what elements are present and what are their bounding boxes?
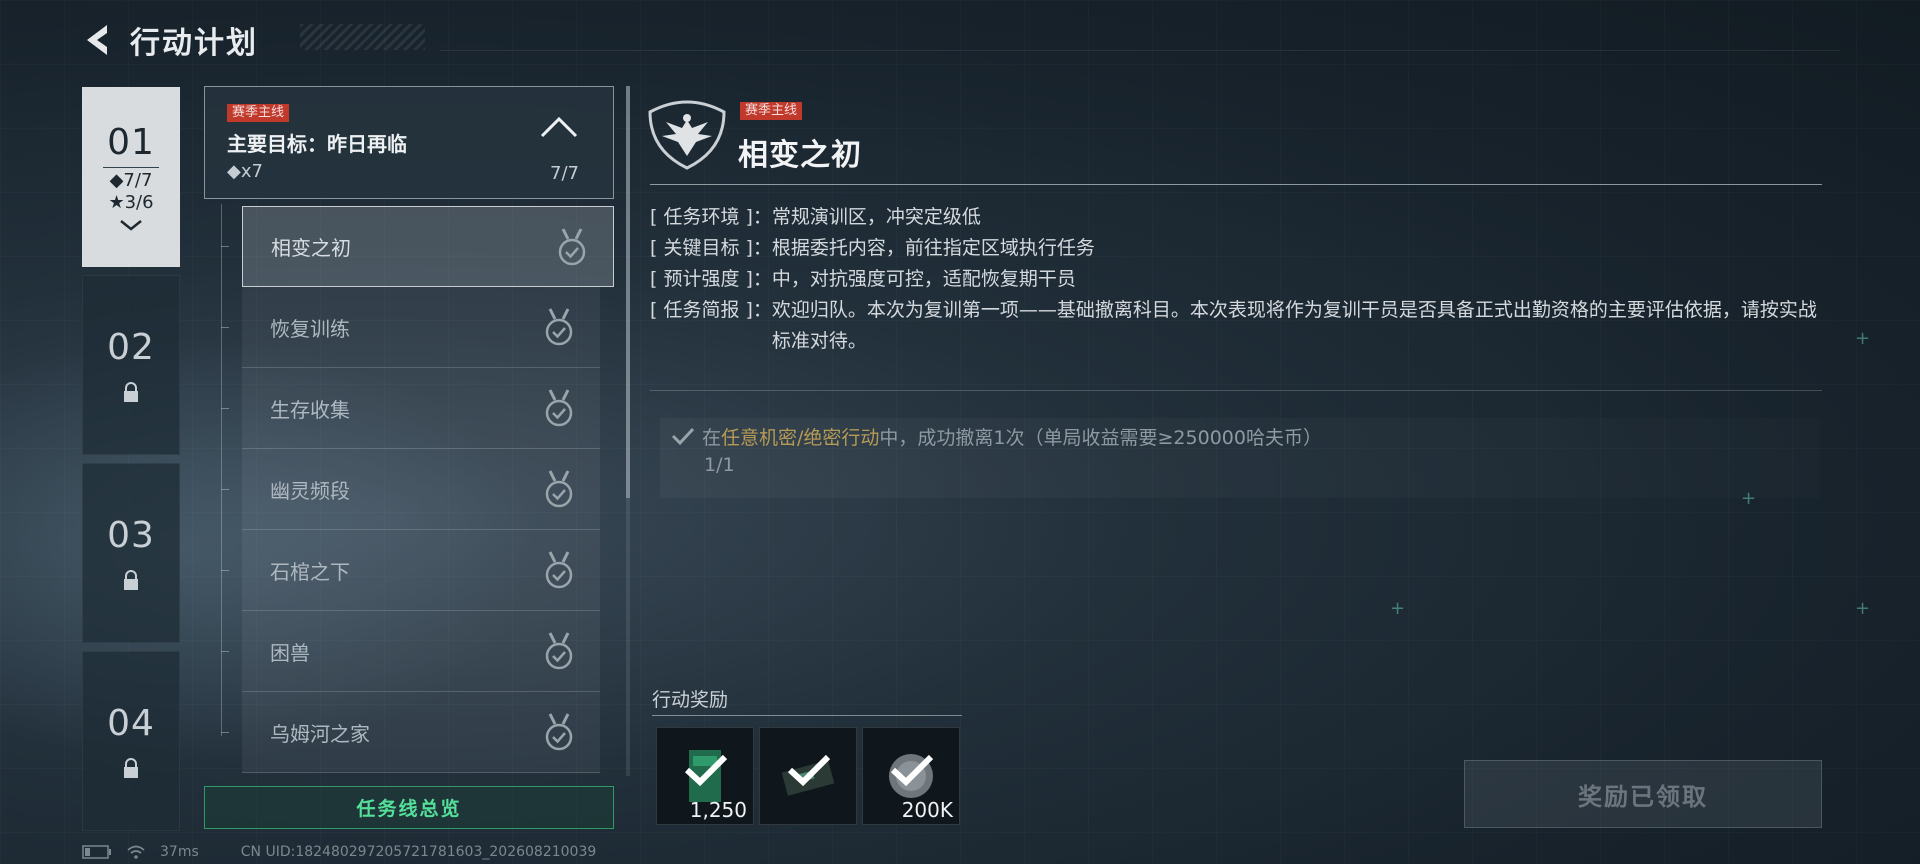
completed-medal-icon: [558, 228, 586, 266]
lock-icon: [124, 381, 138, 402]
sub-quest-item[interactable]: 相变之初: [242, 206, 614, 287]
reward-item[interactable]: [759, 727, 857, 825]
chapter-tabs: 01 ◆7/7 ★3/6 02 03 04: [82, 87, 180, 839]
sub-quest-item[interactable]: 石棺之下: [242, 530, 600, 611]
chapter-tab-03[interactable]: 03: [82, 463, 180, 643]
tree-connector: [221, 204, 222, 736]
plus-mark-icon: +: [1855, 598, 1871, 619]
sub-quest-label: 乌姆河之家: [270, 721, 370, 746]
chapter-tab-01[interactable]: 01 ◆7/7 ★3/6: [82, 87, 180, 267]
rewards-claimed-button[interactable]: 奖励已领取: [1464, 760, 1822, 828]
battery-icon: [82, 845, 111, 859]
plus-mark-icon: +: [1855, 328, 1871, 349]
sub-quest-label: 相变之初: [271, 236, 351, 260]
reward-quantity: 1,250: [689, 798, 747, 822]
quest-objective: 在任意机密/绝密行动中，成功撤离1次（单局收益需要≥250000哈夫币） 1/1: [660, 418, 1820, 498]
claimed-check-icon: [890, 754, 934, 787]
detail-divider: [650, 184, 1822, 185]
rewards-list: 1,250 200K: [656, 727, 960, 825]
chevron-up-icon[interactable]: [539, 115, 579, 139]
completed-medal-icon: [545, 551, 573, 589]
main-goal-header[interactable]: 赛季主线 主要目标：昨日再临 ◆x7 7/7: [204, 86, 614, 199]
tree-tick: [221, 732, 229, 733]
quest-list-scroll-track: [626, 498, 630, 776]
chapter-number: 04: [107, 702, 155, 744]
tree-tick: [221, 489, 229, 490]
tree-tick: [221, 651, 229, 652]
sub-quest-item[interactable]: 困兽: [242, 611, 600, 692]
completed-medal-icon: [545, 308, 573, 346]
rewards-label: 行动奖励: [652, 689, 729, 711]
player-uid: CN UID:18248029720572178​1603_2026082100…: [240, 844, 597, 860]
claimed-check-icon: [684, 754, 728, 787]
completed-medal-icon: [545, 713, 573, 751]
sub-quest-label: 困兽: [270, 640, 310, 665]
completed-medal-icon: [545, 389, 573, 427]
sub-quest-label: 恢复训练: [270, 316, 350, 341]
quest-title: 相变之初: [738, 138, 862, 173]
chapter-diamond-progress: ◆7/7: [109, 170, 153, 191]
eagle-emblem-icon: [648, 100, 726, 170]
tree-tick: [221, 408, 229, 409]
chapter-number: 02: [107, 326, 155, 368]
completed-medal-icon: [545, 470, 573, 508]
chevron-down-icon: [120, 220, 142, 231]
reward-item[interactable]: 1,250: [656, 727, 754, 825]
plus-mark-icon: +: [1390, 598, 1406, 619]
ping-value: 37ms: [160, 844, 199, 860]
info-intensity: [ 预计强度 ]： 中，对抗强度可控，适配恢复期干员: [650, 268, 1076, 290]
sub-quest-item[interactable]: 乌姆河之家: [242, 692, 600, 773]
season-main-tag: 赛季主线: [227, 104, 290, 122]
quest-info: [ 任务环境 ]： 常规演训区，冲突定级低 [ 关键目标 ]： 根据委托内容，前往指…: [650, 202, 1820, 357]
sub-quest-label: 生存收集: [270, 397, 350, 422]
header-decoration: [300, 24, 425, 50]
chapter-number: 01: [103, 122, 159, 168]
checkmark-icon: [671, 427, 695, 446]
sub-quest-label: 石棺之下: [270, 559, 350, 584]
back-arrow-icon: [87, 25, 107, 55]
reward-quantity: 200K: [901, 798, 953, 822]
tree-tick: [221, 570, 229, 571]
completed-medal-icon: [545, 632, 573, 670]
quest-list: 赛季主线 主要目标：昨日再临 ◆x7 7/7 相变之初恢复训练生存收集幽灵频段石…: [204, 86, 614, 776]
chapter-tab-02[interactable]: 02: [82, 275, 180, 455]
season-main-tag: 赛季主线: [740, 102, 803, 120]
sub-quest-label: 幽灵频段: [270, 478, 350, 503]
tree-tick: [221, 327, 229, 328]
chapter-star-progress: ★3/6: [108, 192, 154, 213]
rewards-divider: [652, 715, 962, 716]
lock-icon: [124, 569, 138, 590]
page-title: 行动计划: [130, 26, 258, 61]
claimed-check-icon: [787, 754, 831, 787]
sub-quest-item[interactable]: 生存收集: [242, 368, 600, 449]
info-briefing: [ 任务简报 ]： 欢迎归队。本次为复训第一项——基础撤离科目。本次表现将作为复训…: [650, 299, 1817, 352]
header-divider: [440, 50, 1840, 51]
main-goal-title: 主要目标：昨日再临: [227, 132, 407, 156]
status-bar: 37ms CN UID:18248029720572178​1603_20260…: [82, 844, 596, 860]
chapter-number: 03: [107, 514, 155, 556]
chapter-tab-04[interactable]: 04: [82, 651, 180, 831]
tree-tick: [221, 246, 229, 247]
back-button[interactable]: [80, 20, 116, 60]
lock-icon: [124, 757, 138, 778]
info-key-objective: [ 关键目标 ]： 根据委托内容，前往指定区域执行任务: [650, 237, 1095, 259]
questline-overview-button[interactable]: 任务线总览: [204, 786, 614, 829]
quest-list-scrollbar[interactable]: [626, 86, 630, 498]
objective-text: 在任意机密/绝密行动中，成功撤离1次（单局收益需要≥250000哈夫币）: [670, 418, 1820, 454]
objective-count: 1/1: [704, 454, 735, 476]
info-environment: [ 任务环境 ]： 常规演训区，冲突定级低: [650, 206, 981, 228]
header: 行动计划: [80, 18, 258, 62]
sub-quest-item[interactable]: 恢复训练: [242, 287, 600, 368]
wifi-icon: [127, 845, 145, 859]
sub-quest-item[interactable]: 幽灵频段: [242, 449, 600, 530]
objective-highlight: 任意机密/绝密行动: [721, 426, 880, 449]
reward-item[interactable]: 200K: [862, 727, 960, 825]
main-goal-progress: 7/7: [550, 163, 579, 184]
detail-divider: [650, 390, 1822, 391]
main-goal-reward: ◆x7: [227, 161, 263, 182]
